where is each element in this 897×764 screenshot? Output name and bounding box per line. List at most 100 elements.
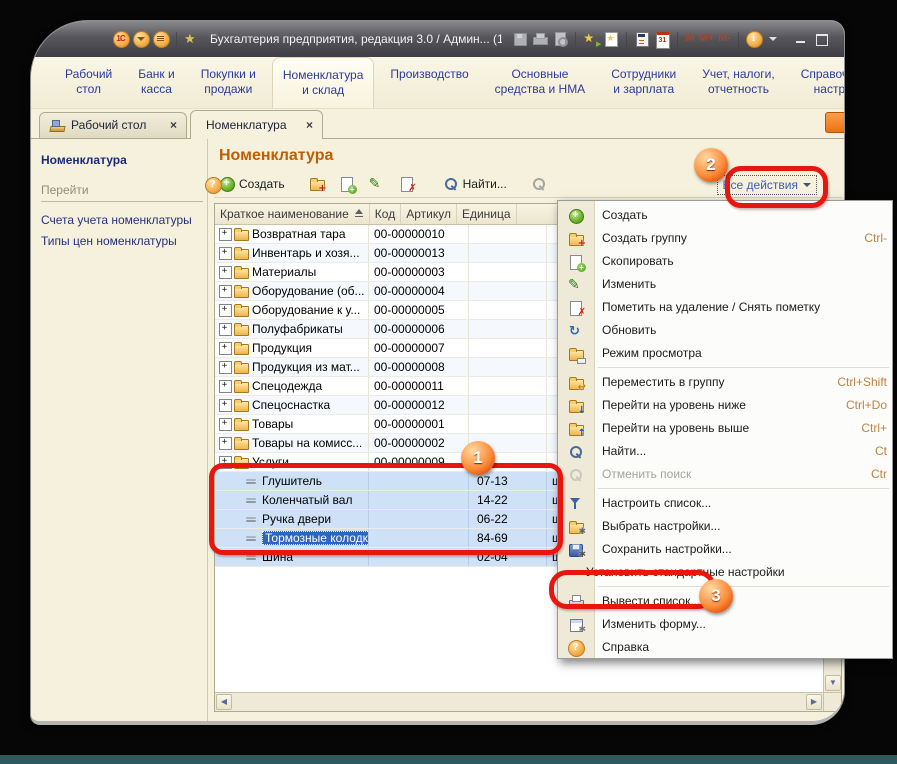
titlebar-right-button[interactable]: M (685, 31, 694, 47)
expand-plus-icon[interactable] (219, 226, 233, 242)
expand-plus-icon[interactable] (219, 302, 233, 318)
open-window-list-button[interactable] (825, 112, 845, 133)
expand-plus-icon[interactable] (219, 435, 233, 451)
toolbar-button[interactable] (394, 174, 424, 194)
folder-icon (233, 302, 249, 318)
titlebar-right-button[interactable] (634, 31, 650, 47)
toolbar-button[interactable]: Создать (214, 174, 290, 194)
menu-item[interactable]: Справка (558, 636, 892, 659)
menu-item[interactable]: Режим просмотра (558, 342, 892, 365)
titlebar-right-button[interactable] (583, 31, 599, 47)
titlebar-right-button[interactable] (532, 31, 548, 47)
menu-item-icon (568, 496, 584, 512)
column-header[interactable]: Артикул (401, 204, 457, 224)
titlebar-right-button[interactable] (766, 31, 782, 47)
titlebar-right-button[interactable] (814, 31, 830, 47)
callout-badge-1: 1 (461, 441, 495, 475)
toolbar-button[interactable] (334, 174, 364, 194)
close-tab-icon[interactable]: × (306, 118, 313, 132)
titlebar-icon (512, 31, 528, 47)
toolbar-button[interactable] (512, 174, 526, 194)
row-article (469, 415, 547, 433)
scroll-left-icon[interactable] (216, 694, 232, 710)
section-tab[interactable]: Основные средства и НМА (485, 57, 596, 108)
titlebar-left-button[interactable] (184, 31, 200, 47)
menu-item-icon (568, 519, 584, 535)
column-header[interactable]: Код (370, 204, 401, 224)
section-tab[interactable]: Покупки и продажи (191, 57, 266, 108)
menu-item[interactable]: Перейти на уровень выше Ctrl+ (558, 417, 892, 440)
section-tab[interactable]: Производство (380, 57, 478, 108)
column-header[interactable]: Единица (457, 204, 517, 224)
menu-item[interactable]: Настроить список... (558, 492, 892, 515)
toolbar-button[interactable] (290, 174, 304, 194)
titlebar-right-button[interactable] (512, 31, 528, 47)
menu-item[interactable]: Переместить в группу Ctrl+Shift (558, 371, 892, 394)
section-tab[interactable]: Сотрудники и зарплата (601, 57, 686, 108)
expand-plus-icon[interactable] (219, 245, 233, 261)
expand-plus-icon[interactable] (219, 340, 233, 356)
close-tab-icon[interactable]: × (170, 118, 177, 132)
section-tab[interactable]: Номенклатура и склад (272, 57, 375, 108)
expand-plus-icon[interactable] (219, 397, 233, 413)
menu-item[interactable]: Скопировать (558, 250, 892, 273)
menu-item-icon (568, 323, 584, 339)
menu-item[interactable]: Выбрать настройки... (558, 515, 892, 538)
toolbar-button[interactable] (526, 174, 556, 194)
toolbar-button[interactable] (304, 174, 334, 194)
expand-plus-icon[interactable] (219, 264, 233, 280)
document-tab[interactable]: Рабочий стол × (39, 112, 187, 138)
titlebar-right-button[interactable] (552, 31, 568, 47)
titlebar-right-button[interactable] (677, 32, 678, 47)
titlebar-right-button[interactable] (626, 32, 627, 47)
menu-item[interactable]: Отменить поиск Ctr (558, 463, 892, 486)
menu-item[interactable]: Перейти на уровень ниже Ctrl+Do (558, 394, 892, 417)
titlebar-right-button[interactable]: M- (718, 31, 731, 47)
scroll-right-icon[interactable] (806, 694, 822, 710)
expand-plus-icon[interactable] (219, 321, 233, 337)
horizontal-scrollbar[interactable] (215, 692, 823, 711)
toolbar-button[interactable] (364, 174, 394, 194)
titlebar-right-button[interactable] (738, 32, 739, 47)
menu-item[interactable]: Сохранить настройки... (558, 538, 892, 561)
sidebar-link[interactable]: Типы цен номенклатуры (41, 231, 203, 252)
expand-plus-icon[interactable] (219, 359, 233, 375)
menu-item[interactable]: Обновить (558, 319, 892, 342)
titlebar-left-button[interactable] (153, 31, 169, 47)
menu-item-label: Пометить на удаление / Снять пометку (602, 300, 820, 314)
page-title: Номенклатура (219, 146, 333, 165)
titlebar-right-button[interactable] (746, 31, 762, 47)
menu-item-icon (568, 542, 584, 558)
section-tab[interactable]: Учет, налоги, отчетность (692, 57, 785, 108)
menu-item[interactable]: Пометить на удаление / Снять пометку (558, 296, 892, 319)
menu-item[interactable]: Изменить (558, 273, 892, 296)
menu-item[interactable]: Найти... Ct (558, 440, 892, 463)
document-tabs: Рабочий стол × Номенклатура × (31, 109, 844, 139)
toolbar-button[interactable]: Найти... (438, 174, 512, 194)
section-tab[interactable]: Банк и касса (128, 57, 184, 108)
document-tab[interactable]: Номенклатура × (190, 110, 323, 139)
menu-item[interactable]: Создать группу Ctrl- (558, 227, 892, 250)
menu-item[interactable]: Изменить форму... (558, 613, 892, 636)
titlebar-right-button[interactable] (654, 31, 670, 47)
section-tab[interactable]: Рабочий стол (55, 57, 122, 108)
titlebar-left-button[interactable] (113, 31, 129, 47)
expand-plus-icon[interactable] (219, 416, 233, 432)
titlebar-right-button[interactable] (786, 31, 810, 47)
menu-item[interactable]: Создать (558, 204, 892, 227)
titlebar-right-button[interactable]: M+ (699, 31, 715, 47)
scroll-down-icon[interactable] (825, 675, 841, 691)
section-tab[interactable]: Справочники и настройки (791, 57, 844, 108)
titlebar-left-button[interactable] (133, 31, 149, 47)
expand-plus-icon[interactable] (219, 283, 233, 299)
titlebar-left-button[interactable] (176, 32, 177, 47)
titlebar-right-button[interactable] (575, 32, 576, 47)
expand-plus-icon[interactable] (219, 378, 233, 394)
sidebar-link[interactable]: Счета учета номенклатуры (41, 210, 203, 231)
column-header[interactable]: Краткое наименование (215, 204, 370, 224)
help-icon[interactable] (205, 177, 221, 193)
scrollbar-corner (823, 692, 841, 711)
row-code: 00-00000011 (369, 377, 469, 395)
toolbar-button[interactable] (424, 174, 438, 194)
titlebar-right-button[interactable] (603, 31, 619, 47)
